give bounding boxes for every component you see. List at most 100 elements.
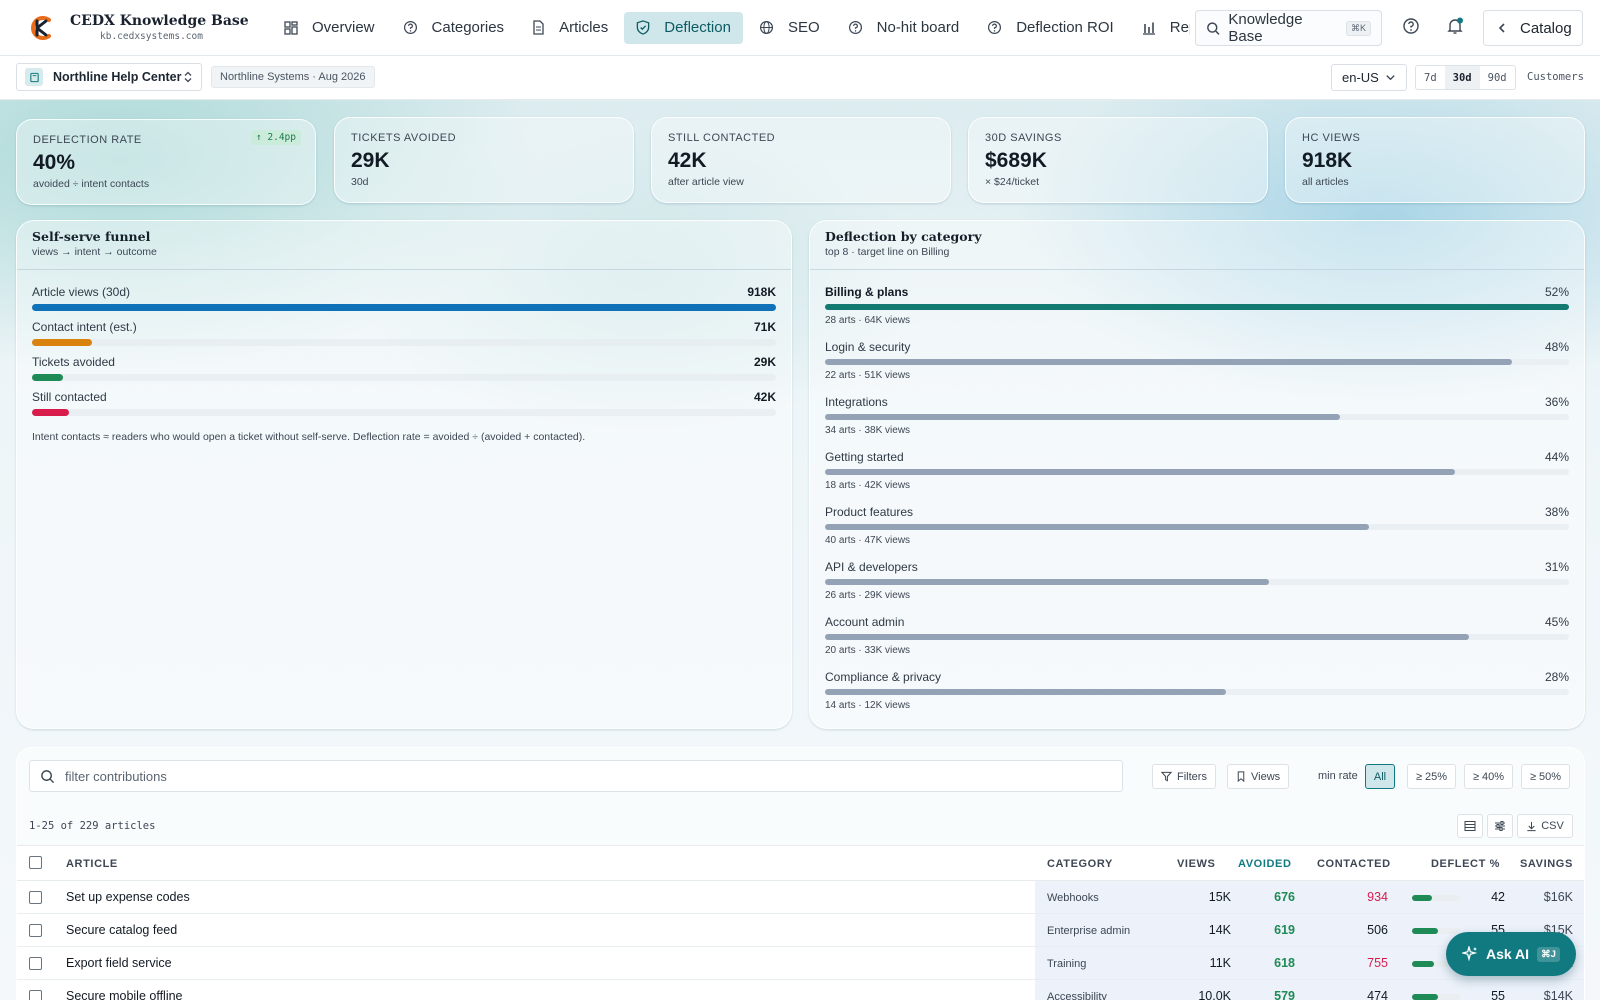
funnel-row: Tickets avoided 29K	[32, 355, 776, 385]
audience-label[interactable]: Customers	[1527, 71, 1584, 83]
nav-tab-articles[interactable]: Articles	[520, 12, 620, 44]
category-rate: 48%	[1544, 340, 1569, 354]
min-rate-option[interactable]: ≥ 50%	[1521, 764, 1570, 789]
funnel-row-label: Tickets avoided	[32, 355, 115, 369]
kpi-card-still-contacted[interactable]: STILL CONTACTED 42K after article view	[651, 117, 951, 203]
category-row[interactable]: Integrations 36% 34 arts · 38K views	[825, 395, 1569, 445]
min-rate-option[interactable]: ≥ 40%	[1464, 764, 1513, 789]
nav-tab-label: Deflection ROI	[1016, 19, 1114, 36]
category-row[interactable]: API & developers 31% 26 arts · 29K views	[825, 560, 1569, 610]
grid-icon	[284, 20, 305, 35]
locale-select[interactable]: en-US	[1331, 64, 1407, 91]
row-checkbox[interactable]	[29, 990, 42, 1000]
category-bar-track	[825, 469, 1569, 475]
category-row[interactable]: Login & security 48% 22 arts · 51K views	[825, 340, 1569, 390]
catalog-button[interactable]: Catalog	[1483, 10, 1583, 46]
article-title[interactable]: Secure catalog feed	[66, 923, 177, 937]
min-rate-option[interactable]: All	[1365, 764, 1395, 789]
col-savings[interactable]: SAVINGS	[1520, 858, 1573, 870]
brand-domain: kb.cedxsystems.com	[100, 31, 203, 42]
nav-tab-label: SEO	[787, 19, 820, 36]
range-option-30d[interactable]: 30d	[1444, 66, 1480, 89]
kpi-delta-badge: ↑ 2.4pp	[250, 130, 301, 145]
category-label: Integrations	[825, 395, 888, 409]
category-row[interactable]: Compliance & privacy 28% 14 arts · 12K vie…	[825, 670, 1569, 720]
catalog-label: Catalog	[1520, 19, 1572, 37]
nav-tab-no-hit-board[interactable]: No-hit board	[836, 12, 972, 44]
nav-tab-label: Articles	[559, 19, 609, 36]
result-count: 1-25 of 229 articles	[29, 820, 156, 832]
kpi-card-hc-views[interactable]: HC VIEWS 918K all articles	[1285, 117, 1585, 203]
kpi-card-30d-savings[interactable]: 30D SAVINGS $689K × $24/ticket	[968, 117, 1268, 203]
document-icon	[532, 20, 552, 35]
chevron-updown-icon	[184, 71, 192, 83]
help-center-select[interactable]: Northline Help Center	[16, 63, 202, 91]
nav-tab-reports[interactable]: Reports	[1130, 12, 1190, 44]
category-stats: 26 arts · 29K views	[825, 590, 911, 601]
nav-tab-deflection[interactable]: Deflection	[624, 11, 743, 44]
csv-export-button[interactable]: CSV	[1517, 814, 1573, 838]
funnel-subtitle: views → intent → outcome	[32, 246, 157, 258]
category-row[interactable]: Getting started 44% 18 arts · 42K views	[825, 450, 1569, 500]
min-rate-option[interactable]: ≥ 25%	[1407, 764, 1456, 789]
ask-ai-label: Ask AI	[1486, 946, 1530, 962]
article-contacted: 934	[1367, 890, 1388, 904]
col-deflect[interactable]: DEFLECT %	[1431, 858, 1500, 870]
article-title[interactable]: Set up expense codes	[66, 890, 190, 904]
table-row[interactable]: Set up expense codes Webhooks 15K 676 934 42 $…	[17, 881, 1584, 914]
nav-tab-categories[interactable]: Categories	[391, 12, 517, 44]
kpi-card-deflection-rate[interactable]: DEFLECTION RATE 40% avoided ÷ intent conta…	[16, 119, 316, 205]
category-row[interactable]: Product features 38% 40 arts · 47K views	[825, 505, 1569, 555]
nav-tab-label: Deflection	[664, 19, 731, 36]
help-icon[interactable]	[1402, 17, 1420, 40]
columns-settings-button[interactable]	[1487, 814, 1513, 838]
global-search[interactable]: Knowledge Base ⌘K	[1195, 10, 1382, 46]
kpi-card-tickets-avoided[interactable]: TICKETS AVOIDED 29K 30d	[334, 117, 634, 203]
density-toggle-button[interactable]	[1457, 814, 1483, 838]
ask-ai-button[interactable]: Ask AI ⌘J	[1446, 932, 1576, 976]
kpi-subtext: 30d	[351, 176, 369, 188]
article-avoided: 579	[1274, 989, 1295, 1000]
table-row[interactable]: Secure mobile offline Accessibility 10.0K 5…	[17, 980, 1584, 1000]
row-checkbox[interactable]	[29, 891, 42, 904]
category-rate: 31%	[1544, 560, 1569, 574]
row-checkbox[interactable]	[29, 924, 42, 937]
sliders-icon	[1495, 821, 1505, 831]
category-stats: 40 arts · 47K views	[825, 535, 911, 546]
brand[interactable]: CEDX Knowledge Base kb.cedxsystems.com	[26, 11, 266, 44]
range-option-90d[interactable]: 90d	[1480, 66, 1515, 89]
kpi-subtext: after article view	[668, 176, 744, 188]
category-stats: 34 arts · 38K views	[825, 425, 911, 436]
article-title[interactable]: Secure mobile offline	[66, 989, 183, 1000]
min-rate-label: min rate	[1318, 770, 1358, 782]
col-category[interactable]: CATEGORY	[1047, 858, 1113, 870]
nav-tab-label: Overview	[312, 19, 375, 36]
col-avoided[interactable]: AVOIDED	[1238, 858, 1292, 870]
deflection-by-category-panel: Deflection by category top 8 · target li…	[809, 220, 1585, 729]
category-stats: 14 arts · 12K views	[825, 700, 911, 711]
filters-button[interactable]: Filters	[1152, 764, 1216, 789]
self-serve-funnel-panel: Self-serve funnel views → intent → outco…	[16, 220, 792, 729]
table-row[interactable]: Secure catalog feed Enterprise admin 14K 61…	[17, 914, 1584, 947]
select-all-checkbox[interactable]	[29, 856, 42, 869]
nav-tab-deflection-roi[interactable]: Deflection ROI	[975, 12, 1126, 44]
time-range-toggle: 7d 30d 90d	[1415, 65, 1516, 90]
nav-tab-seo[interactable]: SEO	[747, 12, 832, 44]
range-option-7d[interactable]: 7d	[1416, 66, 1445, 89]
category-row[interactable]: Account admin 45% 20 arts · 33K views	[825, 615, 1569, 665]
col-article[interactable]: ARTICLE	[66, 858, 118, 870]
category-row[interactable]: Billing & plans 52% 28 arts · 64K views	[825, 285, 1569, 335]
download-icon	[1527, 821, 1536, 831]
table-row[interactable]: Export field serviceTraining11K61875545$…	[17, 947, 1584, 980]
filter-input[interactable]: filter contributions	[29, 760, 1123, 792]
deflect-mini-bar	[1412, 994, 1460, 1000]
col-contacted[interactable]: CONTACTED	[1317, 858, 1391, 870]
bell-icon[interactable]	[1446, 17, 1464, 40]
col-views[interactable]: VIEWS	[1177, 858, 1215, 870]
question-circle-icon	[987, 20, 1009, 35]
views-button[interactable]: Views	[1227, 764, 1290, 789]
article-title[interactable]: Export field service	[66, 956, 172, 970]
category-bar-fill	[825, 579, 1269, 585]
row-checkbox[interactable]	[29, 957, 42, 970]
nav-tab-overview[interactable]: Overview	[272, 12, 387, 44]
